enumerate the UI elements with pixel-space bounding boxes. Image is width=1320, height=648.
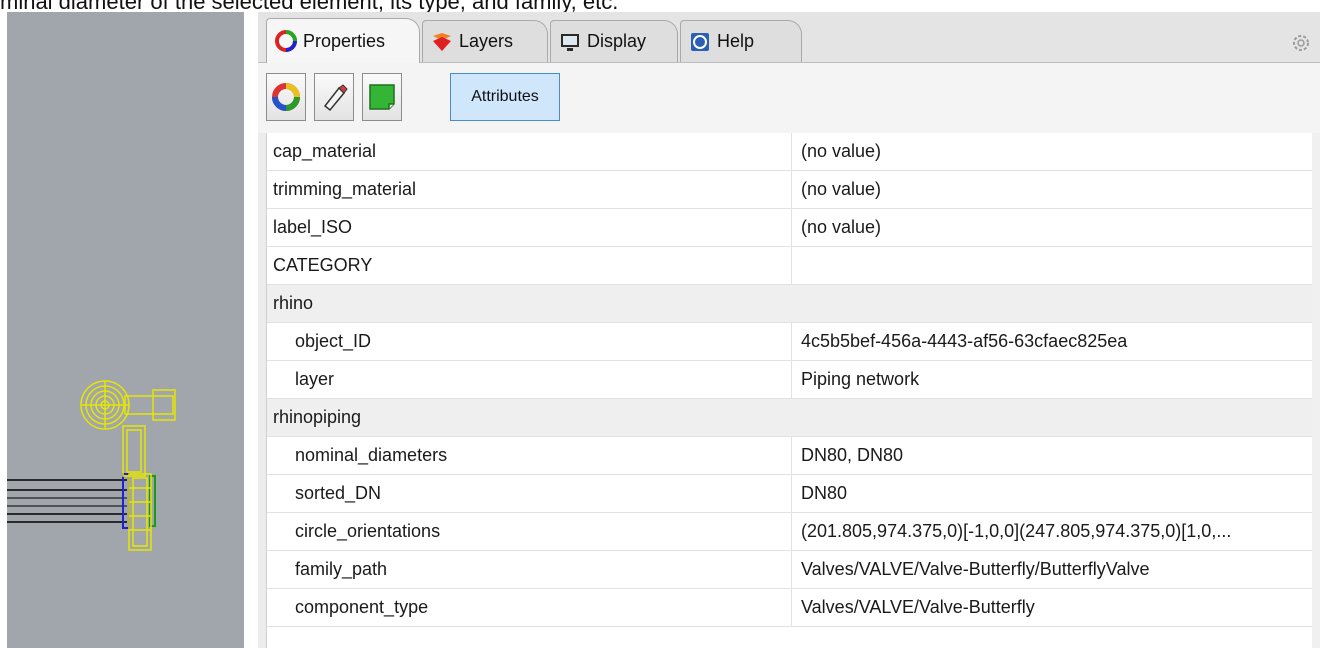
attribute-name: object_ID: [295, 331, 372, 351]
attribute-name: component_type: [295, 597, 429, 617]
object-button[interactable]: [266, 73, 306, 121]
attribute-row[interactable]: trimming_material (no value): [267, 171, 1320, 209]
attribute-name: CATEGORY: [273, 255, 373, 275]
attribute-row[interactable]: family_path Valves/VALVE/Valve-Butterfly…: [267, 551, 1320, 589]
attribute-row[interactable]: object_ID 4c5b5bef-456a-4443-af56-63cfae…: [267, 323, 1320, 361]
attribute-name: family_path: [295, 559, 388, 579]
tab-properties[interactable]: Properties: [266, 18, 420, 63]
attribute-value: (no value): [801, 217, 882, 237]
attribute-value: DN80, DN80: [801, 445, 904, 465]
properties-icon: [275, 30, 297, 52]
attribute-name: nominal_diameters: [295, 445, 448, 465]
attribute-row[interactable]: CATEGORY: [267, 247, 1320, 285]
attribute-value: Valves/VALVE/Valve-Butterfly: [801, 597, 1035, 617]
attribute-row[interactable]: circle_orientations (201.805,974.375,0)[…: [267, 513, 1320, 551]
tab-properties-label: Properties: [303, 30, 386, 51]
group-name: rhinopiping: [273, 407, 362, 427]
tab-layers[interactable]: Layers: [422, 20, 548, 62]
attribute-value: Valves/VALVE/Valve-Butterfly/ButterflyVa…: [801, 559, 1150, 579]
paint-tube-icon: [323, 84, 348, 112]
attribute-value: [801, 247, 1315, 284]
attribute-name: layer: [295, 369, 335, 389]
attributes-button[interactable]: Attributes: [450, 73, 560, 121]
attribute-row[interactable]: sorted_DN DN80: [267, 475, 1320, 513]
attribute-row[interactable]: layer Piping network: [267, 361, 1320, 399]
attribute-name: sorted_DN: [295, 483, 382, 503]
tab-help-label: Help: [717, 31, 755, 51]
display-icon: [561, 33, 579, 51]
tab-layers-label: Layers: [459, 31, 514, 51]
attributes-grid: cap_material (no value) trimming_materia…: [266, 133, 1320, 648]
color-wheel-icon: [272, 83, 300, 111]
texture-button[interactable]: [362, 73, 402, 121]
tab-display[interactable]: Display: [550, 20, 678, 62]
attribute-name: trimming_material: [273, 179, 417, 199]
layers-icon: [433, 32, 451, 51]
attribute-value: (no value): [801, 141, 882, 161]
group-row-rhinopiping[interactable]: rhinopiping: [267, 399, 1320, 437]
pipe-segment: [7, 479, 127, 523]
attribute-row[interactable]: cap_material (no value): [267, 133, 1320, 171]
attribute-name: circle_orientations: [295, 521, 441, 541]
attribute-row[interactable]: label_ISO (no value): [267, 209, 1320, 247]
tab-help[interactable]: Help: [680, 20, 802, 62]
attribute-value: Piping network: [801, 369, 920, 389]
attribute-value: 4c5b5bef-456a-4443-af56-63cfaec825ea: [801, 331, 1128, 351]
group-row-rhino[interactable]: rhino: [267, 285, 1320, 323]
material-button[interactable]: [314, 73, 354, 121]
splitter[interactable]: [244, 12, 258, 648]
attribute-name: label_ISO: [273, 217, 353, 237]
attribute-value: (201.805,974.375,0)[-1,0,0](247.805,974.…: [801, 521, 1232, 541]
gear-icon[interactable]: [1290, 32, 1312, 54]
properties-toolbar: Attributes: [258, 63, 1320, 133]
scrollbar[interactable]: [1312, 133, 1320, 648]
attribute-value: DN80: [801, 483, 848, 503]
attribute-row[interactable]: nominal_diameters DN80, DN80: [267, 437, 1320, 475]
attribute-name: cap_material: [273, 141, 377, 161]
piping-model: [7, 380, 176, 551]
texture-icon: [369, 84, 395, 110]
group-name: rhino: [273, 293, 314, 313]
tab-strip: Properties Layers Display Help: [258, 12, 1320, 63]
viewport[interactable]: [7, 12, 244, 648]
properties-panel: Properties Layers Display Help Attribute…: [258, 12, 1320, 648]
help-icon: [691, 32, 709, 51]
attribute-row[interactable]: component_type Valves/VALVE/Valve-Butter…: [267, 589, 1320, 627]
attribute-value: (no value): [801, 179, 882, 199]
tab-display-label: Display: [587, 31, 647, 51]
